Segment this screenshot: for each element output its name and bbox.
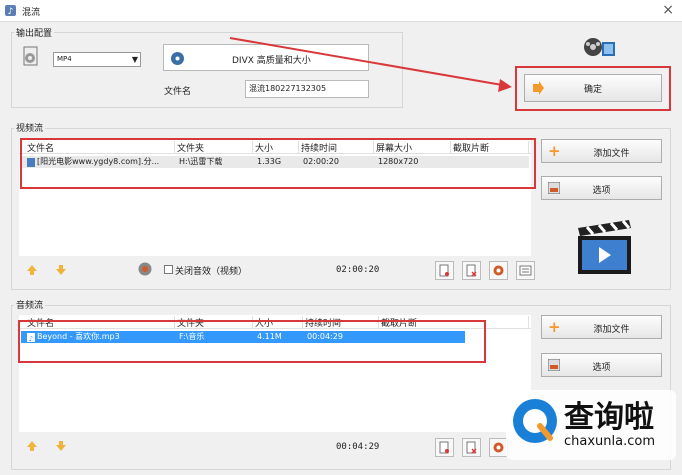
properties-icon <box>519 265 532 276</box>
video-record-button[interactable] <box>489 261 508 280</box>
video-properties-button[interactable] <box>516 261 535 280</box>
file-edit-icon <box>439 441 449 454</box>
file-edit-icon <box>439 264 449 277</box>
move-down-icon[interactable] <box>55 440 67 452</box>
video-remove-button[interactable] <box>462 261 481 280</box>
audio-options-label: 选项 <box>592 363 611 373</box>
record-icon <box>493 265 504 276</box>
video-total-time: 02:00:20 <box>336 265 380 275</box>
audio-remove-button[interactable] <box>462 438 481 457</box>
video-list-highlight <box>20 138 536 189</box>
video-add-file-label: 添加文件 <box>593 149 630 159</box>
mute-icon[interactable] <box>138 262 152 276</box>
video-stream-label: 视频流 <box>14 121 46 134</box>
video-options-button[interactable]: 选项 <box>541 176 662 200</box>
video-edit-button[interactable] <box>435 261 454 280</box>
watermark-url: chaxunla.com <box>564 434 655 449</box>
mute-checkbox[interactable] <box>164 265 173 274</box>
video-add-file-button[interactable]: + 添加文件 <box>541 139 662 163</box>
audio-add-file-button[interactable]: + 添加文件 <box>541 315 662 339</box>
mute-label: 关闭音效（视频） <box>175 267 248 277</box>
watermark-brand: 查询啦 <box>564 400 654 435</box>
watermark: 查询啦 chaxunla.com <box>506 390 676 460</box>
clapperboard-icon <box>578 220 631 274</box>
video-options-label: 选项 <box>592 186 611 196</box>
move-up-icon[interactable] <box>26 440 38 452</box>
remove-icon <box>466 441 477 454</box>
move-up-icon[interactable] <box>26 264 38 276</box>
record-icon <box>493 442 504 453</box>
remove-icon <box>466 264 477 277</box>
watermark-logo-icon <box>513 399 557 443</box>
audio-list-highlight <box>18 320 486 363</box>
audio-options-button[interactable]: 选项 <box>541 353 662 377</box>
audio-total-time: 00:04:29 <box>336 442 380 452</box>
audio-add-file-label: 添加文件 <box>593 325 630 335</box>
audio-edit-button[interactable] <box>435 438 454 457</box>
audio-stream-label: 音频流 <box>14 298 46 311</box>
move-down-icon[interactable] <box>55 264 67 276</box>
